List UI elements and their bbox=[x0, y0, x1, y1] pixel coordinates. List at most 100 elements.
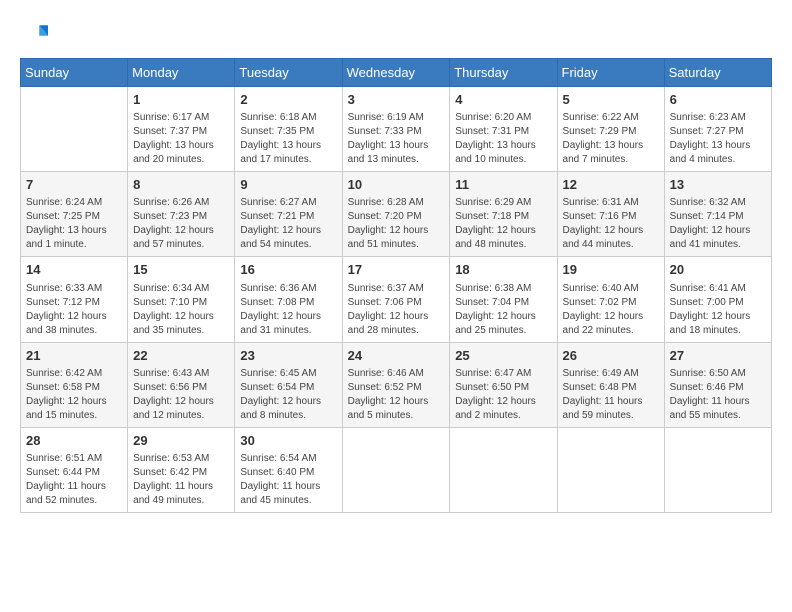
calendar-cell: 5 Sunrise: 6:22 AM Sunset: 7:29 PM Daylig… bbox=[557, 87, 664, 172]
day-info: Sunrise: 6:53 AM Sunset: 6:42 PM Dayligh… bbox=[133, 452, 229, 508]
day-info: Sunrise: 6:41 AM Sunset: 7:00 PM Dayligh… bbox=[670, 282, 766, 338]
day-info: Sunrise: 6:40 AM Sunset: 7:02 PM Dayligh… bbox=[563, 282, 659, 338]
day-number: 15 bbox=[133, 261, 229, 279]
calendar-cell: 2 Sunrise: 6:18 AM Sunset: 7:35 PM Daylig… bbox=[235, 87, 342, 172]
calendar-cell: 12Sunrise: 6:31 AM Sunset: 7:16 PM Dayli… bbox=[557, 172, 664, 257]
week-row-2: 7 Sunrise: 6:24 AM Sunset: 7:25 PM Daylig… bbox=[21, 172, 772, 257]
day-info: Sunrise: 6:31 AM Sunset: 7:16 PM Dayligh… bbox=[563, 196, 659, 252]
day-number: 25 bbox=[455, 347, 551, 365]
calendar-cell: 3Sunrise: 6:19 AM Sunset: 7:33 PM Daylig… bbox=[342, 87, 450, 172]
day-number: 4 bbox=[455, 91, 551, 109]
column-header-tuesday: Tuesday bbox=[235, 59, 342, 87]
calendar-cell: 25 Sunrise: 6:47 AM Sunset: 6:50 PM Dayli… bbox=[450, 342, 557, 427]
calendar-cell: 10 Sunrise: 6:28 AM Sunset: 7:20 PM Dayli… bbox=[342, 172, 450, 257]
day-info: Sunrise: 6:26 AM Sunset: 7:23 PM Dayligh… bbox=[133, 196, 229, 252]
day-number: 3 bbox=[348, 91, 445, 109]
column-header-thursday: Thursday bbox=[450, 59, 557, 87]
calendar-cell: 30Sunrise: 6:54 AM Sunset: 6:40 PM Dayli… bbox=[235, 427, 342, 512]
calendar-cell: 28 Sunrise: 6:51 AM Sunset: 6:44 PM Dayli… bbox=[21, 427, 128, 512]
day-info: Sunrise: 6:32 AM Sunset: 7:14 PM Dayligh… bbox=[670, 196, 766, 252]
day-info: Sunrise: 6:46 AM Sunset: 6:52 PM Dayligh… bbox=[348, 367, 445, 423]
day-number: 14 bbox=[26, 261, 122, 279]
day-info: Sunrise: 6:47 AM Sunset: 6:50 PM Dayligh… bbox=[455, 367, 551, 423]
week-row-3: 14 Sunrise: 6:33 AM Sunset: 7:12 PM Dayli… bbox=[21, 257, 772, 342]
calendar-cell bbox=[342, 427, 450, 512]
calendar-cell: 18 Sunrise: 6:38 AM Sunset: 7:04 PM Dayli… bbox=[450, 257, 557, 342]
calendar-cell bbox=[21, 87, 128, 172]
day-number: 17 bbox=[348, 261, 445, 279]
day-info: Sunrise: 6:24 AM Sunset: 7:25 PM Dayligh… bbox=[26, 196, 122, 252]
calendar-header-row: SundayMondayTuesdayWednesdayThursdayFrid… bbox=[21, 59, 772, 87]
day-number: 26 bbox=[563, 347, 659, 365]
day-number: 24 bbox=[348, 347, 445, 365]
day-info: Sunrise: 6:22 AM Sunset: 7:29 PM Dayligh… bbox=[563, 111, 659, 167]
calendar-cell: 13 Sunrise: 6:32 AM Sunset: 7:14 PM Dayli… bbox=[664, 172, 771, 257]
day-info: Sunrise: 6:42 AM Sunset: 6:58 PM Dayligh… bbox=[26, 367, 122, 423]
day-info: Sunrise: 6:27 AM Sunset: 7:21 PM Dayligh… bbox=[240, 196, 336, 252]
calendar-cell: 19 Sunrise: 6:40 AM Sunset: 7:02 PM Dayli… bbox=[557, 257, 664, 342]
day-number: 2 bbox=[240, 91, 336, 109]
day-info: Sunrise: 6:36 AM Sunset: 7:08 PM Dayligh… bbox=[240, 282, 336, 338]
day-info: Sunrise: 6:49 AM Sunset: 6:48 PM Dayligh… bbox=[563, 367, 659, 423]
calendar-cell: 21 Sunrise: 6:42 AM Sunset: 6:58 PM Dayli… bbox=[21, 342, 128, 427]
day-info: Sunrise: 6:23 AM Sunset: 7:27 PM Dayligh… bbox=[670, 111, 766, 167]
calendar-cell: 24 Sunrise: 6:46 AM Sunset: 6:52 PM Dayli… bbox=[342, 342, 450, 427]
week-row-4: 21 Sunrise: 6:42 AM Sunset: 6:58 PM Dayli… bbox=[21, 342, 772, 427]
day-number: 11 bbox=[455, 176, 551, 194]
calendar-cell bbox=[557, 427, 664, 512]
day-number: 30 bbox=[240, 432, 336, 450]
day-info: Sunrise: 6:20 AM Sunset: 7:31 PM Dayligh… bbox=[455, 111, 551, 167]
calendar-cell: 11 Sunrise: 6:29 AM Sunset: 7:18 PM Dayli… bbox=[450, 172, 557, 257]
calendar-cell: 7 Sunrise: 6:24 AM Sunset: 7:25 PM Daylig… bbox=[21, 172, 128, 257]
calendar-cell: 29Sunrise: 6:53 AM Sunset: 6:42 PM Dayli… bbox=[128, 427, 235, 512]
day-info: Sunrise: 6:28 AM Sunset: 7:20 PM Dayligh… bbox=[348, 196, 445, 252]
calendar-cell: 1 Sunrise: 6:17 AM Sunset: 7:37 PM Daylig… bbox=[128, 87, 235, 172]
calendar-cell bbox=[450, 427, 557, 512]
day-number: 6 bbox=[670, 91, 766, 109]
calendar-cell: 8 Sunrise: 6:26 AM Sunset: 7:23 PM Daylig… bbox=[128, 172, 235, 257]
day-info: Sunrise: 6:29 AM Sunset: 7:18 PM Dayligh… bbox=[455, 196, 551, 252]
day-info: Sunrise: 6:34 AM Sunset: 7:10 PM Dayligh… bbox=[133, 282, 229, 338]
day-info: Sunrise: 6:45 AM Sunset: 6:54 PM Dayligh… bbox=[240, 367, 336, 423]
day-info: Sunrise: 6:18 AM Sunset: 7:35 PM Dayligh… bbox=[240, 111, 336, 167]
day-number: 7 bbox=[26, 176, 122, 194]
day-number: 8 bbox=[133, 176, 229, 194]
calendar-cell: 4 Sunrise: 6:20 AM Sunset: 7:31 PM Daylig… bbox=[450, 87, 557, 172]
calendar-cell: 26 Sunrise: 6:49 AM Sunset: 6:48 PM Dayli… bbox=[557, 342, 664, 427]
day-number: 21 bbox=[26, 347, 122, 365]
column-header-monday: Monday bbox=[128, 59, 235, 87]
day-info: Sunrise: 6:50 AM Sunset: 6:46 PM Dayligh… bbox=[670, 367, 766, 423]
calendar-cell bbox=[664, 427, 771, 512]
day-info: Sunrise: 6:33 AM Sunset: 7:12 PM Dayligh… bbox=[26, 282, 122, 338]
day-number: 1 bbox=[133, 91, 229, 109]
day-info: Sunrise: 6:38 AM Sunset: 7:04 PM Dayligh… bbox=[455, 282, 551, 338]
day-number: 13 bbox=[670, 176, 766, 194]
calendar-cell: 15 Sunrise: 6:34 AM Sunset: 7:10 PM Dayli… bbox=[128, 257, 235, 342]
day-number: 23 bbox=[240, 347, 336, 365]
day-info: Sunrise: 6:17 AM Sunset: 7:37 PM Dayligh… bbox=[133, 111, 229, 167]
day-number: 20 bbox=[670, 261, 766, 279]
day-number: 18 bbox=[455, 261, 551, 279]
logo-icon bbox=[20, 20, 48, 48]
week-row-5: 28 Sunrise: 6:51 AM Sunset: 6:44 PM Dayli… bbox=[21, 427, 772, 512]
day-number: 19 bbox=[563, 261, 659, 279]
calendar-cell: 27 Sunrise: 6:50 AM Sunset: 6:46 PM Dayli… bbox=[664, 342, 771, 427]
column-header-sunday: Sunday bbox=[21, 59, 128, 87]
calendar-cell: 20 Sunrise: 6:41 AM Sunset: 7:00 PM Dayli… bbox=[664, 257, 771, 342]
column-header-wednesday: Wednesday bbox=[342, 59, 450, 87]
logo bbox=[20, 20, 52, 48]
day-number: 27 bbox=[670, 347, 766, 365]
day-number: 5 bbox=[563, 91, 659, 109]
calendar-cell: 14 Sunrise: 6:33 AM Sunset: 7:12 PM Dayli… bbox=[21, 257, 128, 342]
day-info: Sunrise: 6:51 AM Sunset: 6:44 PM Dayligh… bbox=[26, 452, 122, 508]
calendar-cell: 6 Sunrise: 6:23 AM Sunset: 7:27 PM Daylig… bbox=[664, 87, 771, 172]
calendar-cell: 9 Sunrise: 6:27 AM Sunset: 7:21 PM Daylig… bbox=[235, 172, 342, 257]
day-number: 9 bbox=[240, 176, 336, 194]
day-number: 10 bbox=[348, 176, 445, 194]
column-header-friday: Friday bbox=[557, 59, 664, 87]
day-info: Sunrise: 6:43 AM Sunset: 6:56 PM Dayligh… bbox=[133, 367, 229, 423]
day-number: 16 bbox=[240, 261, 336, 279]
calendar-cell: 22 Sunrise: 6:43 AM Sunset: 6:56 PM Dayli… bbox=[128, 342, 235, 427]
day-number: 22 bbox=[133, 347, 229, 365]
day-number: 28 bbox=[26, 432, 122, 450]
